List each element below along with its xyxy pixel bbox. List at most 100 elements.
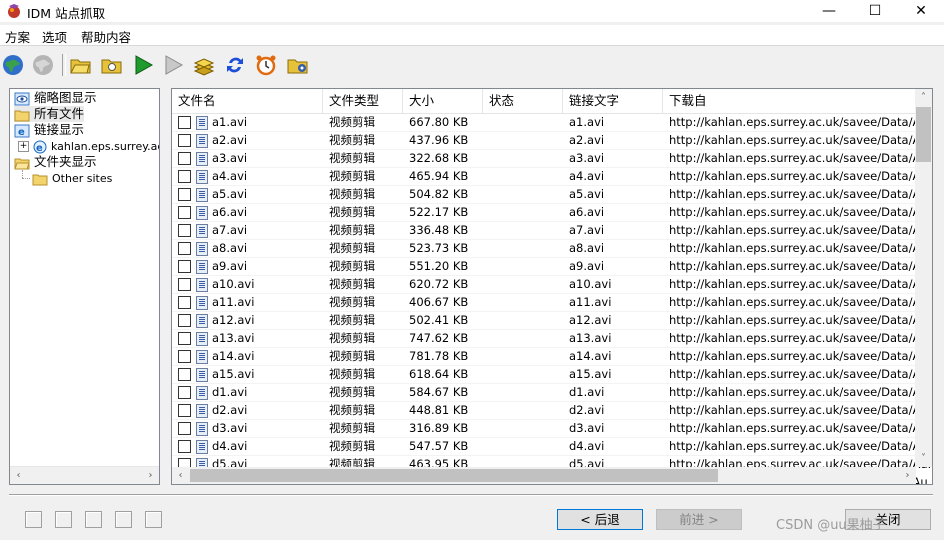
file-name: d1.avi — [212, 385, 248, 399]
row-checkbox[interactable] — [178, 134, 191, 147]
scroll-right-arrow[interactable]: › — [142, 467, 159, 484]
tree-item-links[interactable]: e 链接显示 — [14, 122, 84, 138]
table-row[interactable]: d4.avi 视频剪辑 547.57 KB d4.avi http://kahlan.e… — [172, 438, 932, 456]
folder-open-icon — [14, 158, 30, 169]
expand-icon[interactable]: + — [18, 141, 29, 152]
table-row[interactable]: a5.avi 视频剪辑 504.82 KB a5.avi http://kahlan.e… — [172, 186, 932, 204]
table-row[interactable]: d2.avi 视频剪辑 448.81 KB d2.avi http://kahlan.e… — [172, 402, 932, 420]
row-checkbox[interactable] — [178, 422, 191, 435]
scroll-down-arrow[interactable]: ˅ — [915, 450, 932, 467]
tree-item-all-files[interactable]: 所有文件 — [14, 106, 85, 122]
table-row[interactable]: d1.avi 视频剪辑 584.67 KB d1.avi http://kahlan.e… — [172, 384, 932, 402]
column-header-link-text[interactable]: 链接文字 — [563, 89, 663, 113]
close-window-button[interactable]: ✕ — [898, 0, 944, 22]
table-row[interactable]: a11.avi 视频剪辑 406.67 KB a11.avi http://kahlan… — [172, 294, 932, 312]
row-checkbox[interactable] — [178, 350, 191, 363]
refresh-icon[interactable] — [222, 52, 248, 78]
column-header-filename[interactable]: 文件名 — [172, 89, 323, 113]
file-size: 322.68 KB — [409, 151, 469, 165]
minimize-button[interactable]: — — [806, 0, 852, 22]
file-size: 781.78 KB — [409, 349, 469, 363]
row-checkbox[interactable] — [178, 314, 191, 327]
globe-icon[interactable] — [0, 52, 26, 78]
row-checkbox[interactable] — [178, 242, 191, 255]
scroll-left-arrow[interactable]: ‹ — [172, 467, 189, 484]
globe-disabled-icon[interactable] — [30, 52, 56, 78]
file-type: 视频剪辑 — [329, 403, 375, 417]
row-checkbox[interactable] — [178, 278, 191, 291]
link-text: d2.avi — [569, 403, 605, 417]
row-checkbox[interactable] — [178, 440, 191, 453]
table-row[interactable]: a2.avi 视频剪辑 437.96 KB a2.avi http://kahlan.e… — [172, 132, 932, 150]
row-checkbox[interactable] — [178, 170, 191, 183]
file-type: 视频剪辑 — [329, 367, 375, 381]
file-name: a4.avi — [212, 169, 248, 183]
menu-help[interactable]: 帮助内容 — [81, 27, 131, 46]
table-row[interactable]: a8.avi 视频剪辑 523.73 KB a8.avi http://kahlan.e… — [172, 240, 932, 258]
horizontal-scrollbar[interactable]: ‹ › — [172, 467, 916, 484]
scroll-right-arrow[interactable]: › — [899, 467, 916, 484]
status-indicator — [55, 511, 72, 528]
table-row[interactable]: a15.avi 视频剪辑 618.64 KB a15.avi http://kahlan… — [172, 366, 932, 384]
table-row[interactable]: a7.avi 视频剪辑 336.48 KB a7.avi http://kahlan.e… — [172, 222, 932, 240]
link-text: d1.avi — [569, 385, 605, 399]
folder-open-icon[interactable] — [68, 52, 94, 78]
table-row[interactable]: a3.avi 视频剪辑 322.68 KB a3.avi http://kahlan.e… — [172, 150, 932, 168]
row-checkbox[interactable] — [178, 404, 191, 417]
next-button[interactable]: 前进 > — [656, 509, 742, 530]
tree-item-site[interactable]: + e kahlan.eps.surrey.ac. — [18, 138, 159, 154]
vertical-scrollbar[interactable]: ˄ ˅ — [915, 89, 932, 467]
file-size: 667.80 KB — [409, 115, 469, 129]
settings-folder-icon[interactable] — [285, 52, 311, 78]
video-file-icon — [196, 206, 208, 220]
table-row[interactable]: d3.avi 视频剪辑 316.89 KB d3.avi http://kahlan.e… — [172, 420, 932, 438]
row-checkbox[interactable] — [178, 188, 191, 201]
scroll-left-arrow[interactable]: ‹ — [10, 467, 27, 484]
tree-horizontal-scrollbar[interactable]: ‹ › — [10, 466, 159, 484]
column-header-size[interactable]: 大小 — [403, 89, 483, 113]
file-type: 视频剪辑 — [329, 313, 375, 327]
row-checkbox[interactable] — [178, 368, 191, 381]
menu-scheme[interactable]: 方案 — [5, 27, 30, 46]
ie-icon: e — [33, 140, 47, 154]
row-checkbox[interactable] — [178, 224, 191, 237]
folder-add-icon[interactable] — [99, 52, 125, 78]
table-row[interactable]: a4.avi 视频剪辑 465.94 KB a4.avi http://kahlan.e… — [172, 168, 932, 186]
alarm-clock-icon[interactable] — [253, 52, 279, 78]
table-row[interactable]: a14.avi 视频剪辑 781.78 KB a14.avi http://kahlan… — [172, 348, 932, 366]
table-row[interactable]: a10.avi 视频剪辑 620.72 KB a10.avi http://kahlan… — [172, 276, 932, 294]
row-checkbox[interactable] — [178, 260, 191, 273]
vertical-scroll-thumb[interactable] — [916, 107, 931, 162]
row-checkbox[interactable] — [178, 116, 191, 129]
file-size: 584.67 KB — [409, 385, 469, 399]
menu-options[interactable]: 选项 — [42, 27, 67, 46]
back-button[interactable]: < 后退 — [557, 509, 643, 530]
column-header-source[interactable]: 下载自 — [663, 89, 916, 113]
horizontal-scroll-thumb[interactable] — [190, 469, 718, 482]
row-checkbox[interactable] — [178, 152, 191, 165]
scroll-up-arrow[interactable]: ˄ — [915, 89, 932, 106]
row-checkbox[interactable] — [178, 206, 191, 219]
row-checkbox[interactable] — [178, 386, 191, 399]
table-row[interactable]: a12.avi 视频剪辑 502.41 KB a12.avi http://kahlan… — [172, 312, 932, 330]
maximize-button[interactable]: ☐ — [852, 0, 898, 22]
tree-label: 所有文件 — [34, 106, 85, 121]
table-row[interactable]: a1.avi 视频剪辑 667.80 KB a1.avi http://kahlan.e… — [172, 114, 932, 132]
column-header-status[interactable]: 状态 — [483, 89, 563, 113]
table-row[interactable]: a13.avi 视频剪辑 747.62 KB a13.avi http://kahlan… — [172, 330, 932, 348]
video-file-icon — [196, 260, 208, 274]
column-header-type[interactable]: 文件类型 — [323, 89, 403, 113]
download-source: http://kahlan.eps.surrey.ac.uk/savee/Dat… — [669, 115, 933, 129]
file-name: a11.avi — [212, 295, 255, 309]
row-checkbox[interactable] — [178, 332, 191, 345]
row-checkbox[interactable] — [178, 296, 191, 309]
tree-item-thumbnails[interactable]: 缩略图显示 — [14, 90, 97, 106]
table-row[interactable]: a9.avi 视频剪辑 551.20 KB a9.avi http://kahlan.e… — [172, 258, 932, 276]
stack-icon[interactable] — [191, 52, 217, 78]
table-row[interactable]: a6.avi 视频剪辑 522.17 KB a6.avi http://kahlan.e… — [172, 204, 932, 222]
file-size: 336.48 KB — [409, 223, 469, 237]
start-icon[interactable] — [130, 52, 156, 78]
tree-item-folders[interactable]: 文件夹显示 — [14, 154, 97, 170]
start-disabled-icon[interactable] — [160, 52, 186, 78]
tree-item-other-sites[interactable]: Other sites — [32, 170, 112, 186]
